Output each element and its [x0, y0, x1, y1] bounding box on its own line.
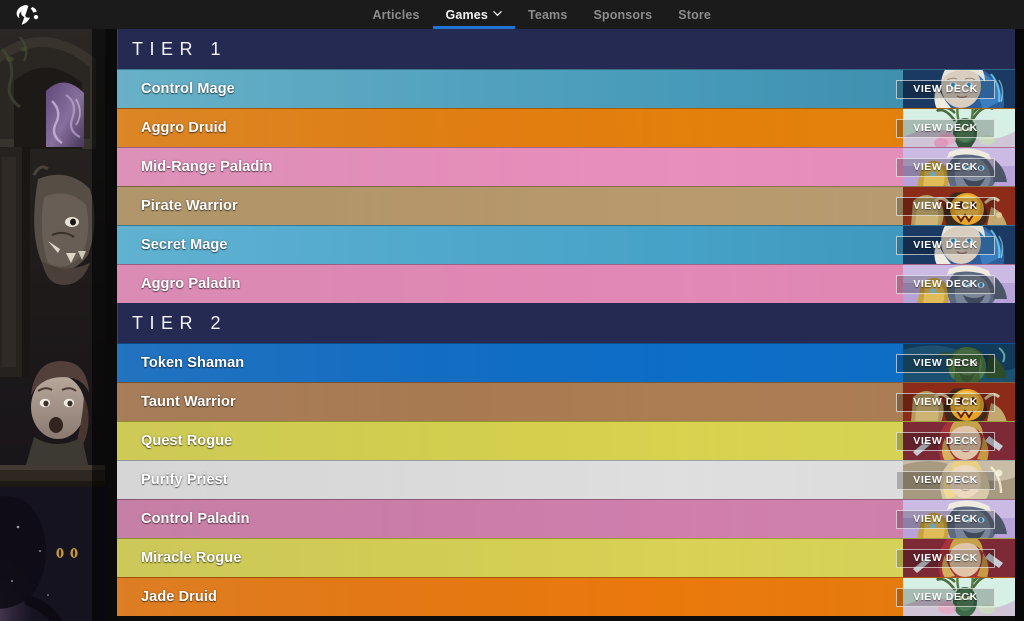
view-deck-button[interactable]: VIEW DECK	[896, 587, 995, 607]
view-deck-button[interactable]: VIEW DECK	[896, 509, 995, 529]
tier-title: TIER 2	[132, 312, 228, 333]
row-sheen	[117, 344, 1015, 382]
tier-list-content: TIER 1 Control Mage VIEW DECK Aggro Drui…	[117, 29, 1015, 621]
view-deck-button[interactable]: VIEW DECK	[896, 274, 995, 294]
deck-name: Aggro Druid	[141, 120, 227, 136]
row-sheen	[117, 265, 1015, 303]
deck-row[interactable]: Mid-Range Paladin VIEW DECK	[117, 147, 1015, 186]
witchwood-art-illustration	[0, 29, 105, 621]
view-deck-button[interactable]: VIEW DECK	[896, 392, 995, 412]
deck-row[interactable]: Control Paladin VIEW DECK	[117, 499, 1015, 538]
nav-item-sponsors[interactable]: Sponsors	[580, 0, 665, 29]
deck-row[interactable]: Aggro Druid VIEW DECK	[117, 108, 1015, 147]
deck-row[interactable]: Miracle Rogue VIEW DECK	[117, 538, 1015, 577]
tier-title: TIER 1	[132, 38, 228, 59]
row-sheen	[117, 70, 1015, 108]
deck-row[interactable]: Taunt Warrior VIEW DECK	[117, 382, 1015, 421]
deck-row[interactable]: Control Mage VIEW DECK	[117, 69, 1015, 108]
deck-name: Aggro Paladin	[141, 276, 241, 292]
nav-item-label: Games	[445, 7, 488, 22]
deck-row[interactable]: Token Shaman VIEW DECK	[117, 343, 1015, 382]
page-root: Articles Games Teams Sponsors Store TIER…	[0, 0, 1024, 621]
nav-item-label: Teams	[528, 7, 568, 22]
deck-row[interactable]: Jade Druid VIEW DECK	[117, 577, 1015, 616]
nav-item-label: Sponsors	[593, 7, 653, 22]
row-sheen	[117, 187, 1015, 225]
sidebar-gutter	[105, 29, 117, 621]
tier-header-2: TIER 2	[117, 303, 1015, 343]
deck-row[interactable]: Purify Priest VIEW DECK	[117, 460, 1015, 499]
view-deck-button[interactable]: VIEW DECK	[896, 79, 995, 99]
row-sheen	[117, 383, 1015, 421]
deck-row[interactable]: Secret Mage VIEW DECK	[117, 225, 1015, 264]
row-sheen	[117, 539, 1015, 577]
deck-name: Pirate Warrior	[141, 198, 238, 214]
deck-name: Secret Mage	[141, 237, 228, 253]
site-logo[interactable]	[0, 0, 56, 29]
deck-name: Taunt Warrior	[141, 394, 236, 410]
nav-active-underline	[432, 26, 515, 29]
deck-name: Jade Druid	[141, 589, 217, 605]
view-deck-button[interactable]: VIEW DECK	[896, 118, 995, 138]
row-sheen	[117, 226, 1015, 264]
deck-name: Mid-Range Paladin	[141, 159, 273, 175]
view-deck-button[interactable]: VIEW DECK	[896, 235, 995, 255]
view-deck-button[interactable]: VIEW DECK	[896, 157, 995, 177]
right-edge-void	[1015, 29, 1024, 621]
deck-name: Quest Rogue	[141, 433, 233, 449]
row-sheen	[117, 500, 1015, 538]
deck-name: Control Mage	[141, 81, 235, 97]
row-sheen	[117, 578, 1015, 616]
deck-name: Purify Priest	[141, 472, 228, 488]
nav-item-games[interactable]: Games	[432, 0, 515, 29]
nav-item-store[interactable]: Store	[665, 0, 724, 29]
nav-items: Articles Games Teams Sponsors Store	[359, 0, 724, 29]
deck-name: Miracle Rogue	[141, 550, 242, 566]
row-sheen	[117, 422, 1015, 460]
sidebar-background-artwork	[0, 29, 105, 621]
view-deck-button[interactable]: VIEW DECK	[896, 353, 995, 373]
view-deck-button[interactable]: VIEW DECK	[896, 470, 995, 490]
row-sheen	[117, 109, 1015, 147]
nav-item-label: Articles	[372, 7, 420, 22]
view-deck-button[interactable]: VIEW DECK	[896, 431, 995, 451]
view-deck-button[interactable]: VIEW DECK	[896, 548, 995, 568]
deck-row[interactable]: Quest Rogue VIEW DECK	[117, 421, 1015, 460]
tier-header-1: TIER 1	[117, 29, 1015, 69]
top-navigation-bar: Articles Games Teams Sponsors Store	[0, 0, 1024, 29]
chevron-down-icon	[493, 9, 502, 18]
deck-row[interactable]: Aggro Paladin VIEW DECK	[117, 264, 1015, 303]
deck-name: Control Paladin	[141, 511, 250, 527]
lightning-bolt-logo-icon	[16, 4, 39, 25]
view-deck-button[interactable]: VIEW DECK	[896, 196, 995, 216]
deck-row[interactable]: Pirate Warrior VIEW DECK	[117, 186, 1015, 225]
nav-item-label: Store	[678, 7, 711, 22]
row-sheen	[117, 461, 1015, 499]
nav-item-articles[interactable]: Articles	[359, 0, 432, 29]
nav-item-teams[interactable]: Teams	[515, 0, 580, 29]
deck-name: Token Shaman	[141, 355, 245, 371]
